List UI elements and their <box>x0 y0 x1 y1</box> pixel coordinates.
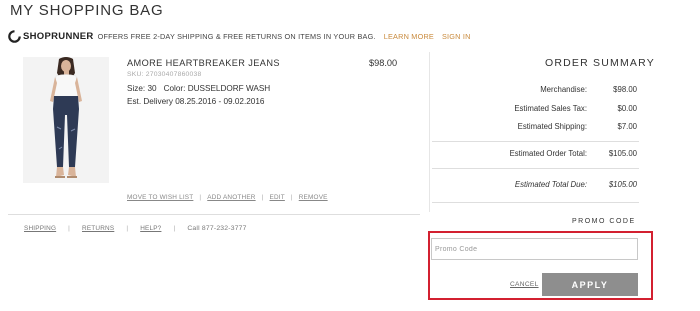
separator: | <box>261 194 264 201</box>
add-another-link[interactable]: ADD ANOTHER <box>207 194 255 201</box>
summary-value: $105.00 <box>608 149 637 158</box>
item-divider <box>8 214 420 215</box>
order-summary-title: ORDER SUMMARY <box>545 57 655 69</box>
shoprunner-logo: SHOPRUNNER <box>8 29 94 43</box>
product-price: $98.00 <box>369 58 398 68</box>
summary-label: Estimated Sales Tax: <box>514 104 587 113</box>
separator: | <box>68 225 71 232</box>
shoprunner-logo-text: SHOPRUNNER <box>23 30 94 42</box>
product-image[interactable] <box>23 57 109 183</box>
product-size-color: Size: 30 Color: DUSSELDORF WASH <box>127 84 270 93</box>
product-sku: SKU: 27030407860038 <box>127 71 202 78</box>
summary-divider <box>432 202 639 203</box>
product-size: Size: 30 <box>127 84 157 93</box>
summary-divider <box>432 168 639 169</box>
shoprunner-s-icon <box>8 29 21 43</box>
apply-button[interactable]: APPLY <box>542 273 638 296</box>
returns-link[interactable]: RETURNS <box>82 225 114 232</box>
call-phone-text: Call 877-232-3777 <box>187 225 247 232</box>
separator: | <box>290 194 293 201</box>
shoprunner-bar: SHOPRUNNER OFFERS FREE 2-DAY SHIPPING & … <box>8 28 471 44</box>
help-link[interactable]: HELP? <box>140 225 161 232</box>
remove-link[interactable]: REMOVE <box>299 194 328 201</box>
cancel-link[interactable]: CANCEL <box>510 281 539 288</box>
jeans-model-image <box>23 57 109 183</box>
summary-row-shipping: Estimated Shipping: $7.00 <box>440 122 637 131</box>
summary-label: Estimated Total Due: <box>514 180 587 189</box>
summary-divider <box>432 141 639 142</box>
learn-more-link[interactable]: LEARN MORE <box>384 32 434 41</box>
separator: | <box>199 194 202 201</box>
summary-label: Estimated Shipping: <box>517 122 587 131</box>
edit-link[interactable]: EDIT <box>270 194 285 201</box>
product-color: Color: DUSSELDORF WASH <box>163 84 271 93</box>
shipping-link[interactable]: SHIPPING <box>24 225 56 232</box>
product-name[interactable]: AMORE HEARTBREAKER JEANS <box>127 58 280 68</box>
shoprunner-promo-text: OFFERS FREE 2-DAY SHIPPING & FREE RETURN… <box>97 31 376 41</box>
page-title: MY SHOPPING BAG <box>10 2 164 19</box>
separator: | <box>126 225 129 232</box>
summary-label: Merchandise: <box>540 85 587 94</box>
item-actions: MOVE TO WISH LIST | ADD ANOTHER | EDIT |… <box>127 194 328 201</box>
promo-code-input[interactable] <box>431 238 638 260</box>
summary-value: $98.00 <box>613 85 637 94</box>
footer-links: SHIPPING | RETURNS | HELP? | Call 877-23… <box>24 225 247 232</box>
summary-value: $105.00 <box>608 180 637 189</box>
move-to-wish-list-link[interactable]: MOVE TO WISH LIST <box>127 194 193 201</box>
summary-row-total-due: Estimated Total Due: $105.00 <box>440 180 637 189</box>
summary-value: $7.00 <box>617 122 637 131</box>
summary-row-order-total: Estimated Order Total: $105.00 <box>440 149 637 158</box>
summary-value: $0.00 <box>617 104 637 113</box>
separator: | <box>173 225 176 232</box>
summary-row-merchandise: Merchandise: $98.00 <box>440 85 637 94</box>
promo-code-title: PROMO CODE <box>572 218 636 225</box>
summary-label: Estimated Order Total: <box>509 149 587 158</box>
sign-in-link[interactable]: SIGN IN <box>442 32 471 41</box>
column-divider <box>429 52 430 212</box>
product-delivery: Est. Delivery 08.25.2016 - 09.02.2016 <box>127 97 265 106</box>
summary-row-sales-tax: Estimated Sales Tax: $0.00 <box>440 104 637 113</box>
